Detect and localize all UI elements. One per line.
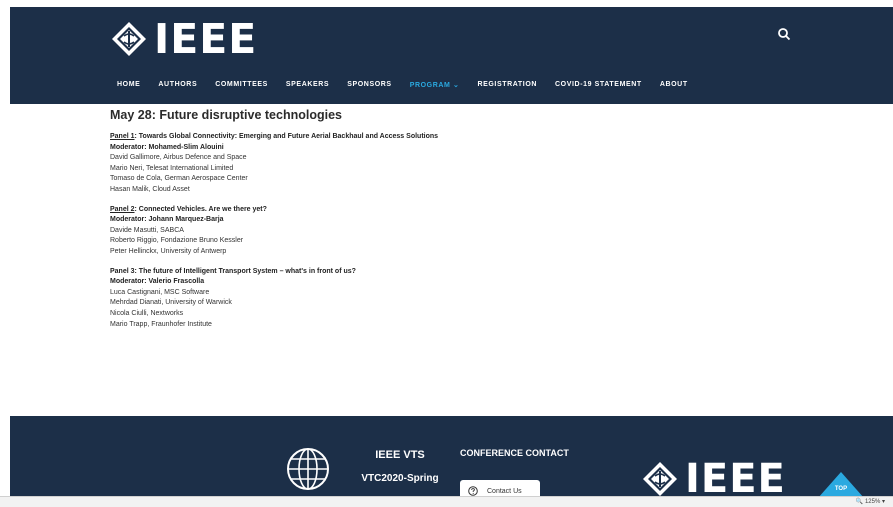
panel-member: Hasan Malik, Cloud Asset <box>110 185 190 193</box>
panel-member: Mario Neri, Telesat International Limite… <box>110 164 234 172</box>
nav-registration[interactable]: REGISTRATION <box>477 81 537 89</box>
panel-member: Tomaso de Cola, German Aerospace Center <box>110 175 248 183</box>
main-content: May 28: Future disruptive technologies P… <box>110 106 670 339</box>
search-icon[interactable] <box>777 27 791 41</box>
question-icon <box>468 486 478 496</box>
zoom-level: 125% <box>864 499 881 505</box>
panel-2: Panel 2: Connected Vehicles. Are we ther… <box>110 205 670 258</box>
panel-3: Panel 3: The future of Intelligent Trans… <box>110 267 670 331</box>
vts-block: IEEE VTS VTC2020-Spring <box>355 449 445 484</box>
panel-member: Nicola Ciulli, Nextworks <box>110 309 184 317</box>
ieee-diamond-icon <box>643 462 677 496</box>
panel-moderator: Moderator: Valerio Frascolla <box>110 278 205 286</box>
panel-link[interactable]: Panel 1 <box>110 133 135 140</box>
panel-moderator: Moderator: Mohamed-Slim Alouini <box>110 143 224 151</box>
panel-heading: Panel 3: The future of Intelligent Trans… <box>110 267 356 275</box>
main-nav: HOME AUTHORS COMMITTEES SPEAKERS SPONSOR… <box>117 81 706 89</box>
globe-icon <box>287 448 329 490</box>
site-header: IEEE HOME AUTHORS COMMITTEES SPEAKERS SP… <box>10 7 893 104</box>
panel-member: Peter Hellinckx, University of Antwerp <box>110 247 227 255</box>
triangle-up-icon <box>818 472 864 498</box>
nav-committees[interactable]: COMMITTEES <box>215 81 268 89</box>
vts-title: IEEE VTS <box>375 449 425 461</box>
nav-about[interactable]: ABOUT <box>660 81 688 89</box>
nav-sponsors[interactable]: SPONSORS <box>347 81 391 89</box>
vts-subtitle: VTC2020-Spring <box>361 473 439 484</box>
site-footer: IEEE VTS VTC2020-Spring CONFERENCE CONTA… <box>10 416 893 506</box>
ieee-logo[interactable]: IEEE <box>111 14 257 64</box>
panel-member: Luca Castignani, MSC Software <box>110 288 210 296</box>
nav-program[interactable]: PROGRAM ⌄ <box>410 81 460 89</box>
panel-heading: Panel 2: Connected Vehicles. Are we ther… <box>110 205 670 216</box>
panel-member: Mehrdad Dianati, University of Warwick <box>110 299 232 307</box>
panel-member: David Gallimore, Airbus Defence and Spac… <box>110 154 247 162</box>
browser-status-bar: 🔍 125% ▾ <box>0 496 893 507</box>
panel-member: Davide Masutti, SABCA <box>110 226 184 234</box>
panel-heading-text: : Towards Global Connectivity: Emerging … <box>134 133 439 140</box>
ieee-diamond-icon <box>112 22 146 56</box>
panel-member: Roberto Riggio, Fondazione Bruno Kessler <box>110 237 244 245</box>
logo-text: IEEE <box>154 15 258 63</box>
contact-us-label: Contact Us <box>487 487 522 495</box>
nav-home[interactable]: HOME <box>117 81 140 89</box>
nav-covid-statement[interactable]: COVID-19 STATEMENT <box>555 81 642 89</box>
panel-1: Panel 1: Towards Global Connectivity: Em… <box>110 132 670 196</box>
panel-heading-text: : Connected Vehicles. Are we there yet? <box>134 205 267 213</box>
page-title: May 28: Future disruptive technologies <box>110 108 342 122</box>
panel-link[interactable]: Panel 2 <box>110 206 135 213</box>
nav-authors[interactable]: AUTHORS <box>158 81 197 89</box>
panel-heading: Panel 1: Towards Global Connectivity: Em… <box>110 132 670 143</box>
panel-member: Mario Trapp, Fraunhofer Institute <box>110 320 212 328</box>
contact-heading: CONFERENCE CONTACT <box>460 448 569 458</box>
top-label: TOP <box>834 486 848 492</box>
panel-moderator: Moderator: Johann Marquez-Barja <box>110 216 224 224</box>
nav-speakers[interactable]: SPEAKERS <box>286 81 329 89</box>
